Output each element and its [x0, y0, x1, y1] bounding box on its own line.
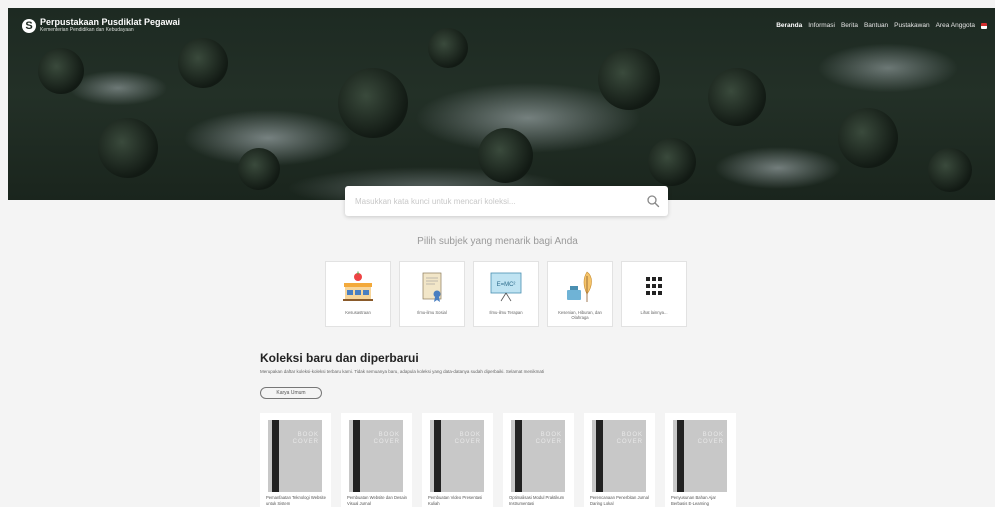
subject-label: Ilmu-ilmu Terapan	[489, 310, 523, 315]
book-card[interactable]: BOOK COVER Pembuatan Website dan Desain V…	[341, 413, 412, 507]
subject-kesenian[interactable]: Kesenian, Hiburan, dan Olahraga	[547, 261, 613, 327]
book-cover-image: BOOK COVER	[592, 420, 646, 492]
subject-list: Kesusastraan Ilmu-ilmu Sosial E=MC² Ilmu…	[325, 261, 687, 327]
search-bar	[345, 186, 668, 216]
book-card[interactable]: BOOK COVER Pemanfaatan Teknologi Website …	[260, 413, 331, 507]
book-cover-image: BOOK COVER	[430, 420, 484, 492]
subject-label: Lihat lainnya...	[640, 310, 668, 315]
book-list: BOOK COVER Pemanfaatan Teknologi Website …	[260, 413, 736, 507]
book-title: Pembuatan Website dan Desain Visual Jurn…	[347, 495, 407, 506]
book-cover-image: BOOK COVER	[673, 420, 727, 492]
book-title: Penyusunan Bahan Ajar Berbasis E-Learnin…	[671, 495, 716, 506]
subject-label: Kesenian, Hiburan, dan Olahraga	[558, 310, 602, 320]
ink-quill-icon	[567, 271, 592, 302]
search-icon[interactable]	[646, 194, 660, 208]
book-card[interactable]: BOOK COVER Penyusunan Bahan Ajar Berbasis…	[665, 413, 736, 507]
top-navigation: Beranda Informasi Berita Bantuan Pustaka…	[776, 22, 987, 29]
nav-pustakawan[interactable]: Pustakawan	[894, 22, 929, 29]
book-card[interactable]: BOOK COVER Pembuatan Video Presentasi Kul…	[422, 413, 493, 507]
brand[interactable]: S Perpustakaan Pusdiklat Pegawai Kemente…	[22, 18, 180, 33]
nav-area-anggota[interactable]: Area Anggota	[936, 22, 975, 29]
certificate-scroll-icon	[422, 272, 442, 302]
grid-dots-icon	[646, 277, 662, 295]
brand-logo: S	[22, 18, 36, 33]
nav-beranda[interactable]: Beranda	[776, 22, 802, 29]
nav-bantuan[interactable]: Bantuan	[864, 22, 888, 29]
nav-informasi[interactable]: Informasi	[808, 22, 835, 29]
subject-ilmu-sosial[interactable]: Ilmu-ilmu Sosial	[399, 261, 465, 327]
brand-subtitle: Kementerian Pendidikan dan Kebudayaan	[40, 27, 134, 33]
subject-label: Ilmu-ilmu Sosial	[417, 310, 447, 315]
nav-berita[interactable]: Berita	[841, 22, 858, 29]
hero-banner: S Perpustakaan Pusdiklat Pegawai Kemente…	[8, 8, 995, 200]
book-cover-image: BOOK COVER	[349, 420, 403, 492]
book-title: Perencanaan Penerbitan Jurnal Daring Lok…	[590, 495, 649, 506]
svg-text:E=MC²: E=MC²	[497, 282, 516, 288]
projector-board-icon: E=MC²	[490, 272, 522, 302]
school-building-icon	[343, 271, 373, 301]
collection-description: Merupakan daftar koleksi-koleksi terbaru…	[260, 369, 545, 374]
book-cover-image: BOOK COVER	[268, 420, 322, 492]
subject-ilmu-terapan[interactable]: E=MC² Ilmu-ilmu Terapan	[473, 261, 539, 327]
filter-karya-umum-button[interactable]: Karya Umum	[260, 387, 322, 399]
search-input[interactable]	[345, 186, 625, 216]
subject-heading: Pilih subjek yang menarik bagi Anda	[417, 236, 578, 247]
book-cover-image: BOOK COVER	[511, 420, 565, 492]
book-title: Pemanfaatan Teknologi Website untuk Sist…	[266, 495, 326, 506]
language-flag-icon[interactable]	[981, 22, 987, 29]
brand-title: Perpustakaan Pusdiklat Pegawai	[40, 17, 181, 27]
book-title: Optimalisasi Modul Praktikum Instrumenta…	[509, 495, 565, 506]
book-card[interactable]: BOOK COVER Perencanaan Penerbitan Jurnal …	[584, 413, 655, 507]
page: S Perpustakaan Pusdiklat Pegawai Kemente…	[0, 0, 995, 507]
subject-label: Kesusastraan	[345, 310, 371, 315]
collection-title: Koleksi baru dan diperbarui	[260, 351, 419, 365]
subject-lihat-lainnya[interactable]: Lihat lainnya...	[621, 261, 687, 327]
book-card[interactable]: BOOK COVER Optimalisasi Modul Praktikum I…	[503, 413, 574, 507]
book-title: Pembuatan Video Presentasi Kuliah	[428, 495, 483, 506]
subject-kesusastraan[interactable]: Kesusastraan	[325, 261, 391, 327]
